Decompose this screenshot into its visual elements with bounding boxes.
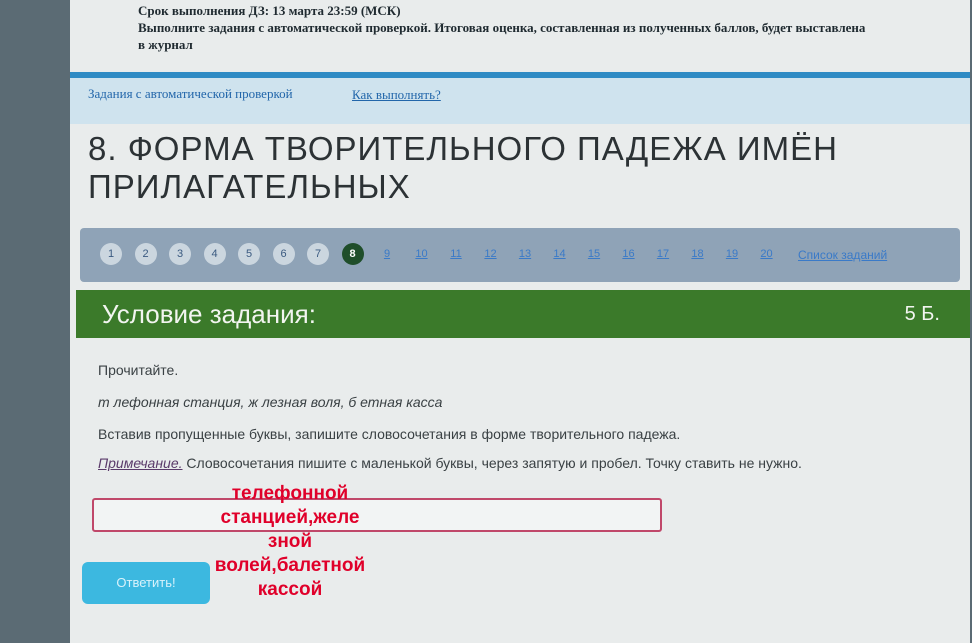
points-badge: 5 Б. <box>904 303 940 325</box>
condition-label: Условие задания: <box>102 299 316 329</box>
overlay-line: кассой <box>257 579 323 600</box>
task-phrases: т лефонная станция, ж лезная воля, б етн… <box>98 394 443 410</box>
page-item-9[interactable]: 9 <box>376 243 398 265</box>
page-item-4[interactable]: 4 <box>203 243 226 265</box>
handwritten-answer-overlay: телефонной станцией,желе зной волей,бале… <box>200 482 380 602</box>
auto-check-label: Задания с автоматической проверкой <box>88 86 293 101</box>
page-item-14[interactable]: 14 <box>549 243 571 265</box>
page-item-5[interactable]: 5 <box>238 243 260 265</box>
overlay-line: станцией,желе <box>220 507 360 528</box>
task-list-link[interactable]: Список заданий <box>798 248 887 262</box>
condition-header: Условие задания: 5 Б. <box>76 290 970 338</box>
how-to-link[interactable]: Как выполнять? <box>352 87 441 103</box>
task-note: Примечание. Словосочетания пишите с мале… <box>98 455 802 471</box>
page-item-7[interactable]: 7 <box>307 243 329 265</box>
page-item-13[interactable]: 13 <box>514 243 536 265</box>
note-label: Примечание. <box>98 455 183 471</box>
page-item-19[interactable]: 19 <box>721 243 743 265</box>
page-item-10[interactable]: 10 <box>411 243 433 265</box>
page-item-1[interactable]: 1 <box>100 243 122 265</box>
note-text: Словосочетания пишите с маленькой буквы,… <box>182 455 802 471</box>
auto-check-bar: Задания с автоматической проверкой Как в… <box>70 72 970 124</box>
overlay-line: волей,балетной <box>214 555 366 576</box>
task-pager: Список заданий 1 2 3 4 5 6 7 8 9 10 11 12 13 14 15 16 17… <box>80 228 960 282</box>
task-instruction: Вставив пропущенные буквы, запишите слов… <box>98 426 681 442</box>
page-item-2[interactable]: 2 <box>134 243 157 265</box>
overlay-line: телефонной <box>231 483 349 504</box>
task-read: Прочитайте. <box>98 362 179 378</box>
page-item-8[interactable]: 8 <box>341 243 364 265</box>
page-item-18[interactable]: 18 <box>687 243 709 265</box>
page-item-16[interactable]: 16 <box>618 243 640 265</box>
submit-button[interactable]: Ответить! <box>82 562 210 604</box>
page-item-6[interactable]: 6 <box>272 243 295 265</box>
deadline-info: Срок выполнения ДЗ: 13 марта 23:59 (МСК)… <box>138 2 958 53</box>
page-title: 8. Форма творительного падежа имён прила… <box>88 130 838 205</box>
deadline-date: Срок выполнения ДЗ: 13 марта 23:59 (МСК) <box>138 3 401 18</box>
deadline-instructions-cont: в журнал <box>138 37 193 52</box>
overlay-line: зной <box>267 531 313 552</box>
page-item-12[interactable]: 12 <box>480 243 502 265</box>
page-item-17[interactable]: 17 <box>652 243 674 265</box>
page-item-20[interactable]: 20 <box>756 243 778 265</box>
deadline-instructions: Выполните задания с автоматической прове… <box>138 20 866 35</box>
page-item-11[interactable]: 11 <box>445 243 467 265</box>
page-item-15[interactable]: 15 <box>583 243 605 265</box>
page-item-3[interactable]: 3 <box>169 243 191 265</box>
